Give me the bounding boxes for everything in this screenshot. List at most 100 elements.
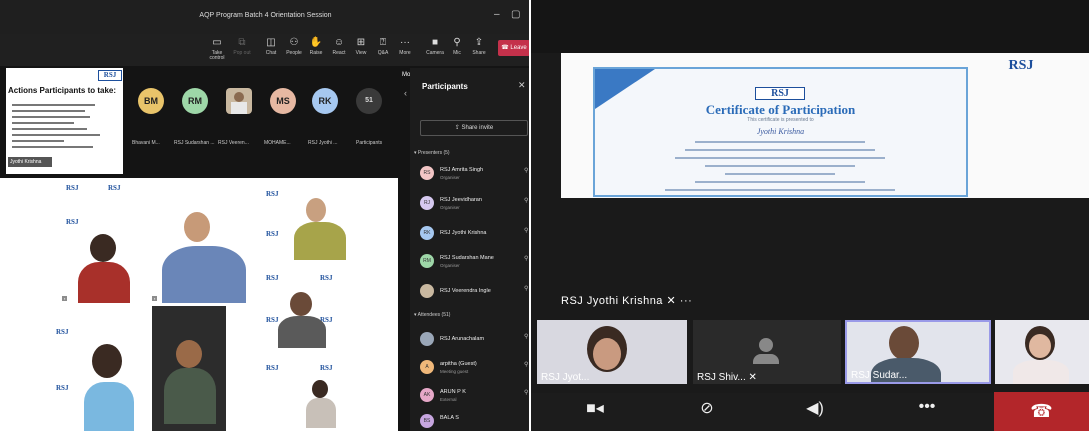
participant-item[interactable]: AK ARUN P K External ⚲ (420, 386, 530, 406)
view-button[interactable]: ⊞ View (350, 38, 372, 56)
raise-hand-button[interactable]: ✋ Raise (305, 38, 327, 56)
mic-icon: ⚲ (524, 198, 529, 204)
avatar-name: RSJ Veeren... (218, 140, 249, 146)
participant-item[interactable]: Aarpitha (Guest) Meeting guest ⚲ (420, 358, 530, 378)
more-icon: ··· (679, 295, 693, 307)
teams-meeting-window: AQP Program Batch 4 Orientation Session … (0, 0, 531, 431)
avatar-name: Bhavani M... (132, 140, 160, 146)
rsj-logo: RSJ (320, 364, 333, 372)
presenters-header[interactable]: ▾ Presenters (5) (414, 150, 450, 156)
rsj-logo: RSJ (266, 364, 279, 372)
attendees-header[interactable]: ▾ Attendees (51) (414, 312, 450, 318)
meeting-toolbar: ◉ ◦◦ ▭Take control ⧉Pop out ◫Chat ⚇Peopl… (0, 34, 531, 89)
participant-item[interactable]: RSJ Veerendra Ingle ⚲ (420, 282, 530, 302)
mic-icon: ⚲ (524, 362, 529, 368)
chat-button[interactable]: ◫ Chat (260, 38, 282, 56)
certificate-subtitle: This certificate is presented to (747, 117, 814, 123)
avatar[interactable]: RK (312, 88, 338, 114)
video-stage: RSJ RSJ RSJ RSJ RSJ RSJ RSJ RSJ RSJ RSJ … (0, 178, 398, 431)
video-tile[interactable] (152, 306, 226, 431)
certificate-recipient: Jyothi Krishna (756, 127, 805, 136)
avatar-name: RSJ Jyothi ... (308, 140, 338, 146)
more-button[interactable]: ··· More (394, 38, 416, 56)
maximize-icon[interactable]: ▢ (511, 9, 520, 20)
participant-item[interactable]: BS BALA S (420, 412, 530, 431)
participant-item[interactable]: RS RSJ Amrita Singh Organiser ⚲ (420, 164, 530, 184)
presenter-label: Jyothi Krishna (8, 157, 52, 167)
video-tile[interactable] (995, 320, 1089, 384)
people-button[interactable]: ⚇ People (283, 38, 305, 56)
video-tile[interactable] (298, 374, 342, 431)
shared-bullets (12, 104, 116, 152)
participant-item[interactable]: RSJ Arunachalam ⚲ (420, 330, 530, 350)
hang-up-button[interactable]: ☎ (994, 392, 1089, 431)
active-speaker-label: RSJ Jyothi Krishna ✕ ··· (561, 295, 693, 307)
video-tile[interactable]: RSJ Jyot... (537, 320, 687, 384)
rsj-logo: RSJ (56, 328, 69, 336)
shared-screen[interactable]: RSJ Actions Participants to take: Jyothi… (6, 68, 123, 174)
react-button[interactable]: ☺ React (328, 38, 350, 56)
mic-button[interactable]: ⚲ Mic (446, 38, 468, 56)
tile-label: RSJ Sudar... (851, 370, 908, 381)
rsj-logo: RSJ (98, 70, 122, 81)
avatar[interactable]: BM (138, 88, 164, 114)
avatar[interactable]: RM (182, 88, 208, 114)
rsj-logo: RSJ (755, 87, 805, 100)
rsj-logo: RSJ (56, 384, 69, 392)
tile-label: ▪ (62, 296, 68, 301)
mic-icon: ⚲ (524, 256, 529, 262)
avatar[interactable]: 51 (356, 88, 382, 114)
mic-icon: ⚲ (524, 286, 529, 292)
share-invite-button[interactable]: ⇪ Share invite (420, 120, 528, 136)
mic-icon: ⚲ (524, 390, 529, 396)
mic-icon: ⚲ (524, 228, 529, 234)
participant-item[interactable]: RM RSJ Sudarshan Mane Organiser ⚲ (420, 252, 530, 272)
video-tile[interactable]: RSJ Shiv... ✕ (693, 320, 841, 384)
tile-label: RSJ Shiv... ✕ (697, 372, 757, 383)
rsj-logo: RSJ (108, 184, 121, 192)
speaker-icon[interactable]: ◀) (795, 398, 835, 418)
more-icon[interactable]: ••• (907, 398, 947, 416)
video-tile[interactable] (288, 198, 350, 260)
rsj-logo: RSJ (266, 190, 279, 198)
participant-item[interactable]: RK RSJ Jyothi Krishna ⚲ (420, 224, 530, 244)
video-tile[interactable] (272, 288, 332, 348)
hang-up-icon: ☎ (1030, 401, 1053, 421)
shared-heading: Actions Participants to take: (8, 86, 117, 95)
mobile-meeting-view: RSJ RSJ Certificate of Participation Thi… (531, 0, 1089, 431)
video-tile[interactable]: ▪ (150, 198, 256, 303)
video-tile[interactable]: ▪ (60, 208, 150, 303)
panel-title: Participants (422, 82, 468, 91)
certificate: RSJ Certificate of Participation This ce… (593, 67, 968, 197)
video-tile[interactable] (72, 328, 152, 431)
rsj-logo: RSJ (266, 274, 279, 282)
certificate-title: Certificate of Participation (705, 102, 856, 117)
title-bar: AQP Program Batch 4 Orientation Session … (0, 0, 531, 34)
close-icon[interactable]: ✕ (518, 80, 526, 91)
rsj-logo: RSJ (266, 230, 279, 238)
mic-off-icon[interactable]: ⊘ (687, 398, 727, 418)
participants-panel: Participants ✕ ‹ ⇪ Share invite ▾ Presen… (404, 68, 531, 431)
mic-off-icon: ✕ (666, 295, 677, 307)
mic-icon: ⚲ (524, 168, 529, 174)
qa-button[interactable]: ⍰ Q&A (372, 38, 394, 56)
camera-button[interactable]: ■ Camera (424, 38, 446, 56)
rsj-logo: RSJ (320, 274, 333, 282)
chevron-left-icon[interactable]: ‹ (404, 88, 407, 98)
avatar-name: Participants (356, 140, 383, 146)
minimize-icon[interactable]: – (494, 9, 500, 20)
camera-icon[interactable]: ■◂ (575, 398, 615, 418)
pop-out-button[interactable]: ⧉ Pop out (231, 38, 253, 56)
tile-label: RSJ Jyot... (541, 372, 590, 383)
avatar[interactable]: MS (270, 88, 296, 114)
avatar[interactable] (226, 88, 252, 114)
avatar-name: RSJ Sudarshan ... (174, 140, 215, 146)
mic-off-icon: ✕ (748, 372, 757, 383)
participant-item[interactable]: RJ RSJ Jeevidharan Organiser ⚲ (420, 194, 530, 214)
window-title: AQP Program Batch 4 Orientation Session (199, 12, 332, 19)
leave-button[interactable]: ☎ Leave (498, 40, 530, 56)
share-button[interactable]: ⇪ Share (468, 38, 490, 56)
video-tile[interactable]: RSJ Sudar... (845, 320, 991, 384)
rsj-logo: RSJ (66, 184, 79, 192)
take-control-button[interactable]: ▭ Take control (206, 38, 228, 61)
